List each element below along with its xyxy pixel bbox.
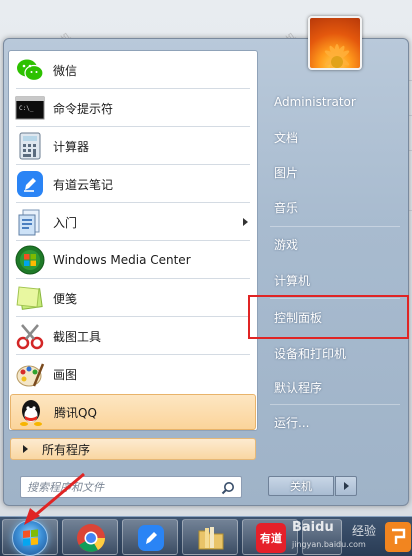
- divider: [16, 240, 250, 241]
- folder-icon: [198, 527, 224, 550]
- program-label: 微信: [53, 63, 78, 78]
- divider: [16, 88, 250, 89]
- all-programs-label: 所有程序: [42, 442, 91, 457]
- user-name-link[interactable]: Administrator: [265, 89, 405, 115]
- link-music[interactable]: 音乐: [265, 194, 405, 220]
- taskbar-explorer[interactable]: [182, 519, 238, 555]
- program-label: 命令提示符: [53, 101, 114, 116]
- program-youdao-note[interactable]: 有道云笔记: [10, 166, 256, 202]
- program-sticky-notes[interactable]: 便笺: [10, 280, 256, 316]
- link-documents[interactable]: 文档: [265, 124, 405, 150]
- wechat-icon: [14, 54, 46, 86]
- program-qq[interactable]: 腾讯QQ: [10, 394, 256, 430]
- taskbar-youdao-dict[interactable]: 有道: [242, 519, 298, 555]
- link-run[interactable]: 运行...: [265, 409, 405, 435]
- divider: [16, 278, 250, 279]
- snipping-tool-icon: [14, 320, 46, 352]
- program-calculator[interactable]: 计算器: [10, 128, 256, 164]
- shutdown-options-button[interactable]: [335, 476, 357, 496]
- link-computer[interactable]: 计算机: [265, 267, 405, 293]
- program-label: 截图工具: [53, 329, 102, 344]
- program-paint[interactable]: 画图: [10, 356, 256, 392]
- shutdown-button[interactable]: 关机: [268, 476, 334, 496]
- divider: [16, 126, 250, 127]
- watermark-url: jingyan.baidu.com: [292, 540, 366, 549]
- expand-arrow-icon: [23, 445, 28, 453]
- program-label: 便笺: [53, 291, 78, 306]
- youdao-dict-icon: 有道: [256, 523, 286, 553]
- calculator-icon: [14, 130, 46, 162]
- all-programs-button[interactable]: 所有程序: [10, 438, 256, 460]
- divider: [16, 164, 250, 165]
- program-windows-media-center[interactable]: Windows Media Center: [10, 242, 256, 278]
- annotation-highlight-box: [248, 295, 409, 339]
- command-prompt-icon: C:\_: [14, 92, 46, 124]
- program-label: 腾讯QQ: [54, 405, 97, 420]
- program-label: 计算器: [53, 139, 90, 154]
- program-label: 画图: [53, 367, 78, 382]
- link-pictures[interactable]: 图片: [265, 159, 405, 185]
- youdao-note-icon: [14, 168, 46, 200]
- program-wechat[interactable]: 微信: [10, 52, 256, 88]
- submenu-arrow-icon: [243, 218, 248, 226]
- taskbar-chrome[interactable]: [62, 519, 118, 555]
- divider: [270, 226, 400, 227]
- divider: [16, 202, 250, 203]
- divider: [16, 316, 250, 317]
- qq-icon: [15, 396, 47, 428]
- link-devices-printers[interactable]: 设备和打印机: [265, 340, 405, 366]
- app-icon[interactable]: [385, 522, 411, 552]
- youdao-note-icon: [138, 525, 164, 551]
- user-avatar[interactable]: [308, 16, 362, 70]
- search-icon[interactable]: [221, 481, 235, 495]
- link-default-programs[interactable]: 默认程序: [265, 374, 405, 400]
- flower-icon: [324, 44, 350, 68]
- getting-started-icon: [14, 206, 46, 238]
- program-command-prompt[interactable]: C:\_ 命令提示符: [10, 90, 256, 126]
- program-label: 入门: [53, 215, 78, 230]
- program-label: 有道云笔记: [53, 177, 114, 192]
- sticky-notes-icon: [14, 282, 46, 314]
- media-center-icon: [14, 244, 46, 276]
- watermark-baidu: Baidu: [292, 520, 334, 535]
- program-getting-started[interactable]: 入门: [10, 204, 256, 240]
- program-snipping-tool[interactable]: 截图工具: [10, 318, 256, 354]
- flag-icon: [392, 528, 406, 544]
- chrome-icon: [77, 524, 105, 552]
- program-label: Windows Media Center: [53, 253, 191, 267]
- link-games[interactable]: 游戏: [265, 231, 405, 257]
- taskbar-youdao-note[interactable]: [122, 519, 178, 555]
- svg-text:C:\_: C:\_: [19, 105, 34, 112]
- divider: [16, 354, 250, 355]
- divider: [270, 404, 400, 405]
- watermark-jingyan: 经验: [352, 524, 377, 538]
- paint-icon: [14, 358, 46, 390]
